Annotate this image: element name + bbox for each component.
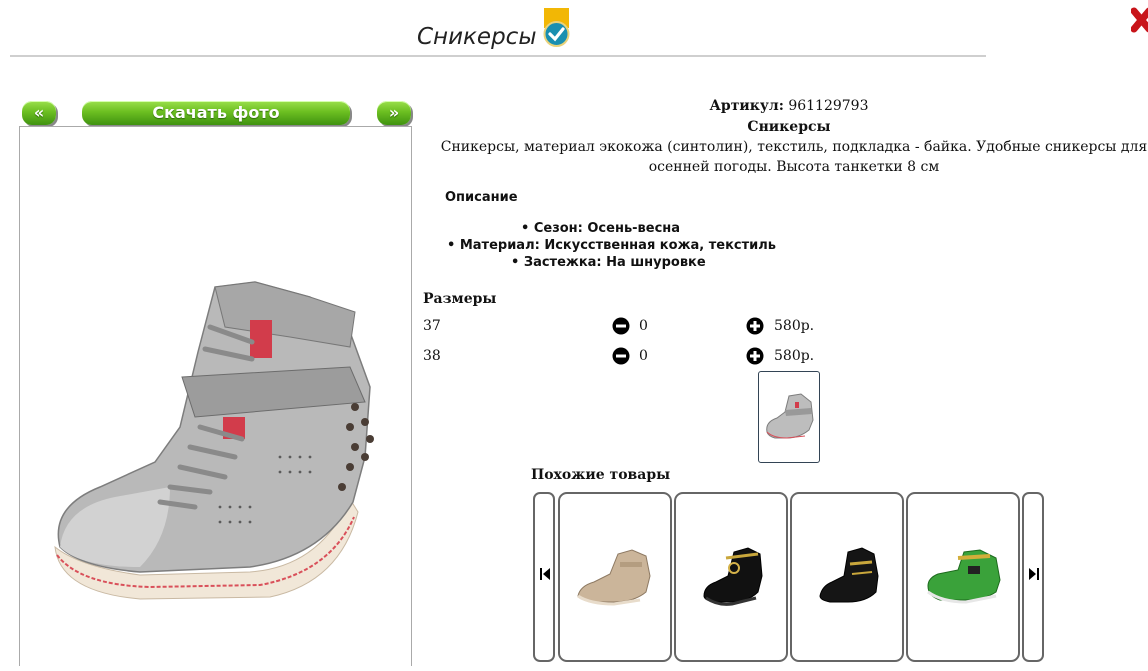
similar-heading: Похожие товары <box>531 467 671 483</box>
quantity-value: 0 <box>639 348 648 364</box>
close-x-icon[interactable] <box>1131 5 1148 41</box>
price-value: 580р. <box>774 318 815 334</box>
sizes-heading: Размеры <box>423 291 497 307</box>
article-line: Артикул: 961129793 <box>430 96 1148 116</box>
similar-product-card[interactable] <box>674 492 788 662</box>
carousel-prev-button[interactable] <box>533 492 555 662</box>
page-header: Сникерсы <box>0 0 1000 57</box>
product-thumb-image <box>927 549 1001 604</box>
product-photo[interactable] <box>19 126 412 666</box>
description-heading: Описание <box>445 190 518 205</box>
size-value: 38 <box>423 348 441 364</box>
prev-photo-button[interactable]: « <box>22 101 56 125</box>
check-badge-icon <box>543 8 570 47</box>
similar-product-card[interactable] <box>558 492 672 662</box>
next-photo-button[interactable]: » <box>377 101 411 125</box>
product-thumb-image <box>703 547 763 606</box>
article-value: 961129793 <box>788 98 869 114</box>
product-description: Сникерсы, материал экокожа (синтолин), т… <box>440 139 1148 175</box>
minus-circle-icon[interactable] <box>612 317 630 335</box>
product-thumb-image <box>819 547 879 603</box>
minus-circle-icon[interactable] <box>612 347 630 365</box>
feature-season: • Сезон: Осень-весна <box>521 221 681 236</box>
article-label: Артикул: <box>709 98 784 114</box>
similar-product-card[interactable] <box>790 492 904 662</box>
size-value: 37 <box>423 318 441 334</box>
carousel-prev-icon <box>540 568 550 580</box>
size-row: 37 0 580р. <box>423 316 873 338</box>
product-thumb-image <box>577 549 651 606</box>
carousel-next-icon <box>1029 568 1039 580</box>
feature-material: • Материал: Искусственная кожа, текстиль <box>447 238 777 253</box>
price-value: 580р. <box>774 348 815 364</box>
sneaker-image <box>54 281 374 600</box>
size-row: 38 0 580р. <box>423 346 873 368</box>
header-divider <box>10 55 986 57</box>
plus-circle-icon[interactable] <box>746 347 764 365</box>
page-title: Сникерсы <box>417 24 537 50</box>
download-photo-button[interactable]: Скачать фото <box>82 101 350 125</box>
product-name: Сникерсы <box>747 119 831 135</box>
similar-product-card[interactable] <box>906 492 1020 662</box>
carousel-next-button[interactable] <box>1022 492 1044 662</box>
quantity-value: 0 <box>639 318 648 334</box>
photo-thumbnail[interactable] <box>758 371 820 463</box>
feature-fastener: • Застежка: На шнуровке <box>511 255 706 270</box>
sneaker-thumbnail <box>766 393 814 439</box>
plus-circle-icon[interactable] <box>746 317 764 335</box>
